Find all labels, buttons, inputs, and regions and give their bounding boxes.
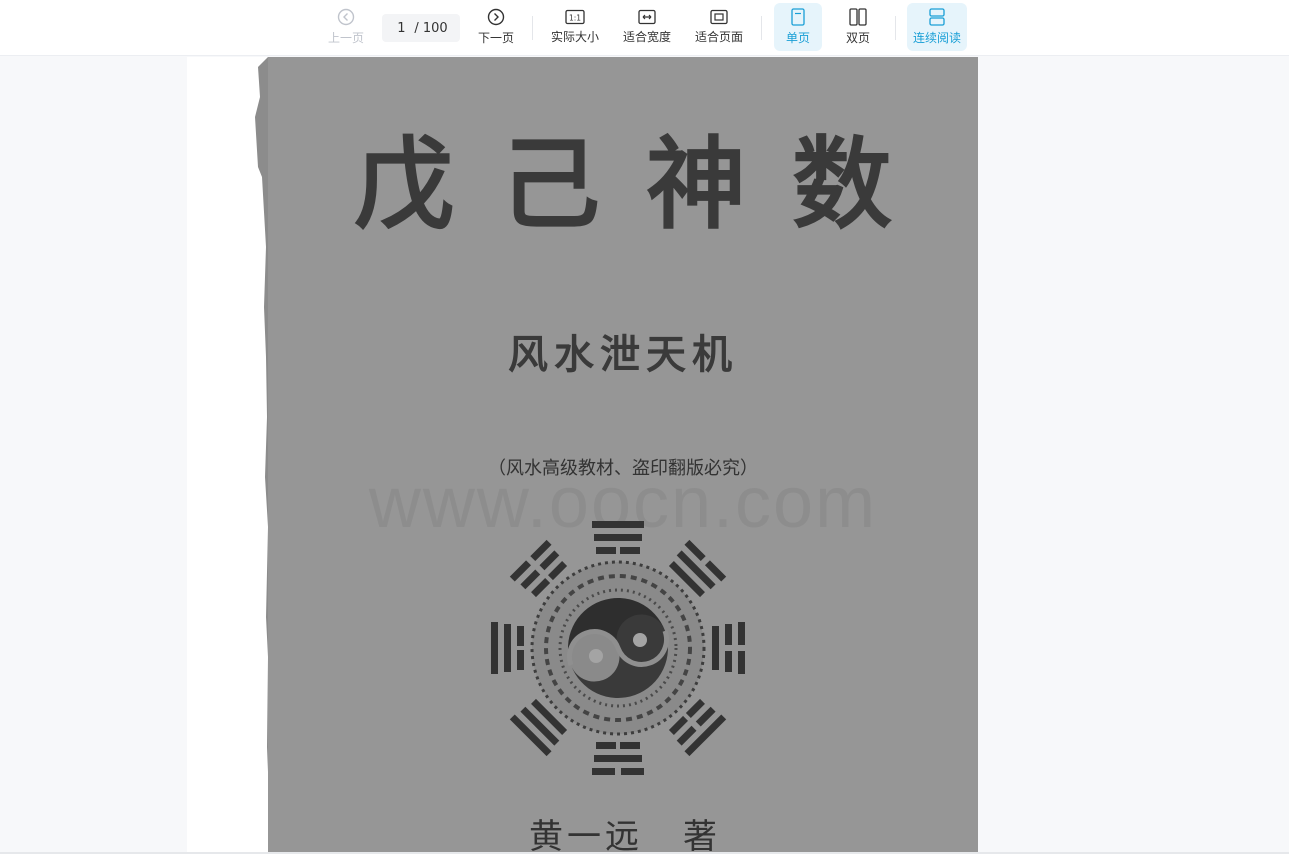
prev-page-label: 上一页 — [327, 31, 364, 45]
double-page-label: 双页 — [845, 31, 870, 45]
current-page-input[interactable] — [390, 20, 413, 36]
next-page-button[interactable]: 下一页 — [475, 3, 517, 51]
single-page-icon — [791, 8, 805, 26]
book-note: （风水高级教材、盗印翻版必究） — [488, 458, 758, 479]
page-total: / 100 — [414, 20, 448, 36]
book-title: 戊己神数 — [354, 126, 938, 243]
double-page-button[interactable]: 双页 — [834, 3, 882, 51]
actual-size-button[interactable]: 1:1 实际大小 — [548, 3, 602, 51]
continuous-read-label: 连续阅读 — [912, 31, 961, 45]
viewer-toolbar: 上一页 / 100 下一页 1:1 实际大小 适合宽度 适合页面 — [0, 0, 1289, 56]
toolbar-divider — [532, 16, 533, 40]
book-cover-scan: www.oocn.com 戊己神数 风水泄天机 （风水高级教材、盗印翻版必究） — [268, 57, 978, 854]
toolbar-divider — [895, 16, 896, 40]
fit-page-icon — [710, 9, 728, 25]
book-subtitle: 风水泄天机 — [508, 331, 738, 378]
fit-width-button[interactable]: 适合宽度 — [620, 3, 674, 51]
chevron-right-circle-icon — [487, 8, 505, 26]
actual-size-icon: 1:1 — [565, 9, 585, 25]
continuous-read-icon — [929, 8, 945, 26]
next-page-label: 下一页 — [477, 31, 514, 45]
bagua-taiji-icon — [491, 521, 745, 775]
toolbar-divider — [761, 16, 762, 40]
actual-size-label: 实际大小 — [550, 30, 599, 44]
author-name: 黄一远 — [529, 817, 643, 854]
author-role: 著 — [683, 817, 717, 854]
fit-width-label: 适合宽度 — [622, 30, 671, 44]
fit-page-label: 适合页面 — [694, 30, 743, 44]
chevron-left-circle-icon — [337, 8, 355, 26]
fit-page-button[interactable]: 适合页面 — [692, 3, 746, 51]
page-indicator: / 100 — [382, 14, 460, 42]
document-viewer[interactable]: www.oocn.com 戊己神数 风水泄天机 （风水高级教材、盗印翻版必究） — [0, 57, 1289, 854]
double-page-icon — [849, 8, 867, 26]
single-page-label: 单页 — [785, 31, 810, 45]
continuous-read-button[interactable]: 连续阅读 — [907, 3, 967, 51]
single-page-button[interactable]: 单页 — [774, 3, 822, 51]
actual-size-glyph: 1:1 — [569, 13, 581, 22]
book-author: 黄一远 著 — [268, 809, 978, 854]
fit-width-icon — [638, 9, 656, 25]
prev-page-button[interactable]: 上一页 — [325, 3, 367, 51]
